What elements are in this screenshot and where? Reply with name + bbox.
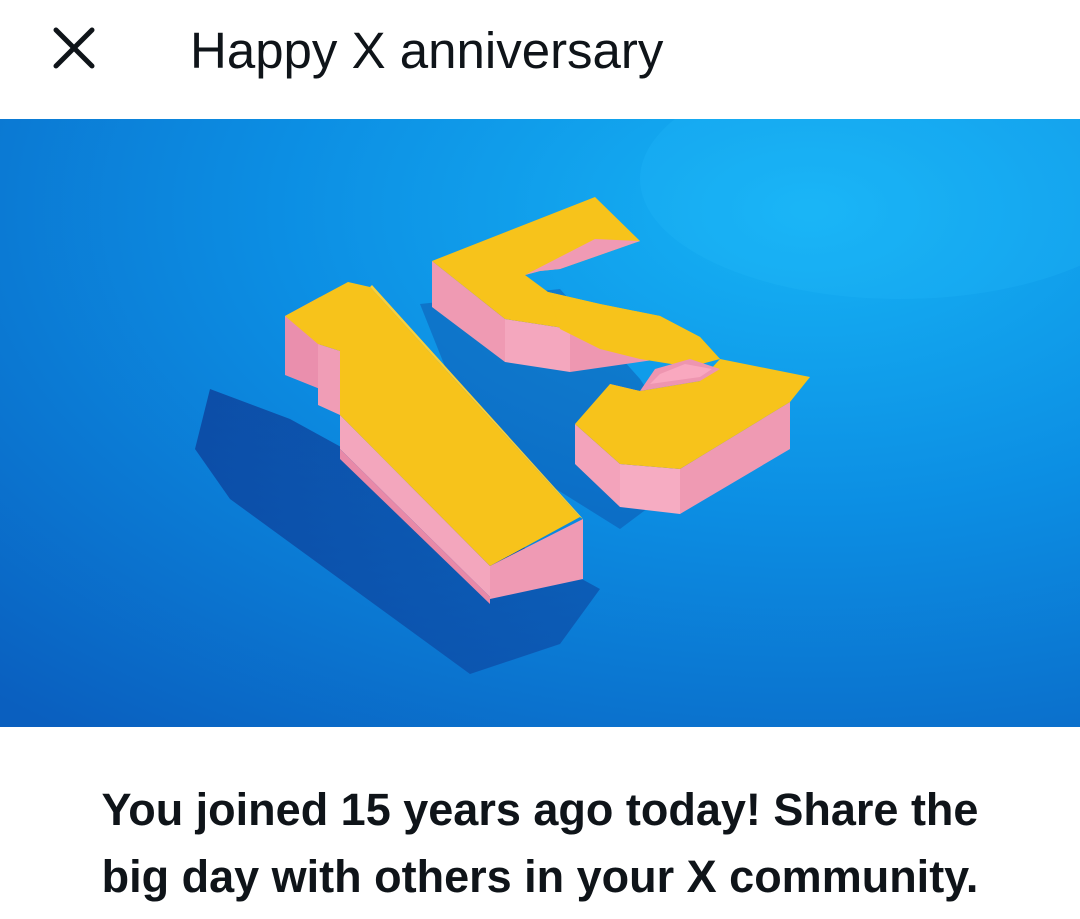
close-icon <box>53 27 95 69</box>
message-line-1: You joined 15 years ago today! Share the <box>101 784 979 835</box>
message-line-2: big day with others in your X community. <box>101 851 979 902</box>
anniversary-message: You joined 15 years ago today! Share the… <box>0 776 1080 910</box>
page-title: Happy X anniversary <box>190 22 664 79</box>
header-bar: Happy X anniversary <box>0 0 1080 112</box>
close-button[interactable] <box>38 12 110 84</box>
anniversary-image <box>0 119 1080 727</box>
anniversary-15-illustration <box>0 119 1080 727</box>
